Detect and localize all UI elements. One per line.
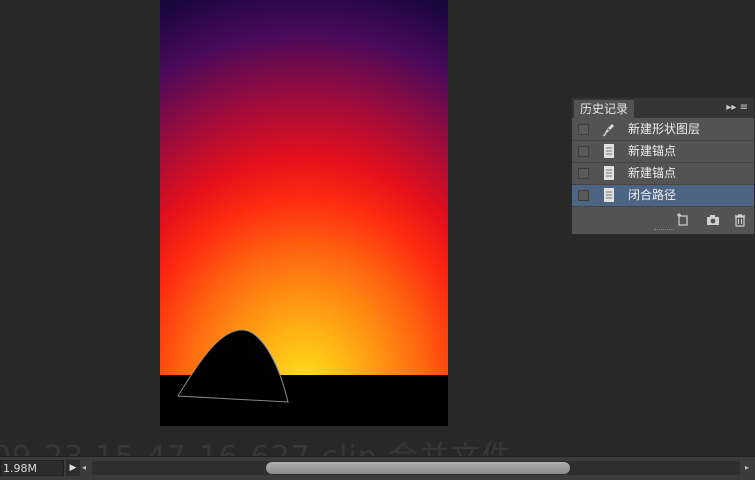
pen-tool-icon [602, 124, 614, 137]
new-document-from-state-icon[interactable] [676, 213, 690, 227]
history-item-label: 新建形状图层 [628, 122, 701, 136]
history-item[interactable]: 新建形状图层 [572, 119, 754, 141]
panel-footer [572, 208, 754, 234]
panel-menu-icon[interactable]: ▸▸ ≡ [726, 101, 748, 115]
document-canvas[interactable] [160, 0, 448, 426]
workspace: 09-23 15-47-16-627 clip 合并文件 历史记录 ▸▸ ≡ 新… [0, 0, 755, 456]
mountain-shape [177, 329, 289, 403]
status-bar: 1.98M ▶ ◂ ▸ [0, 456, 755, 480]
document-icon [604, 166, 614, 180]
scroll-right-arrow-icon[interactable]: ▸ [745, 461, 749, 475]
panel-header: 历史记录 ▸▸ ≡ [572, 98, 754, 118]
history-brush-source-checkbox[interactable] [578, 168, 589, 179]
history-item-selected[interactable]: 闭合路径 [572, 185, 754, 207]
panel-resize-grip[interactable] [654, 229, 674, 232]
history-item-label: 闭合路径 [628, 188, 677, 202]
horizontal-scrollbar[interactable] [92, 461, 740, 475]
history-item[interactable]: 新建锚点 [572, 141, 754, 163]
history-item-label: 新建锚点 [628, 166, 677, 180]
history-brush-source-checkbox[interactable] [578, 124, 589, 135]
history-item-label: 新建锚点 [628, 144, 677, 158]
watermark-text: 09-23 15-47-16-627 clip 合并文件 [0, 432, 512, 456]
camera-snapshot-icon[interactable] [706, 213, 720, 227]
scrollbar-thumb[interactable] [266, 462, 570, 474]
history-brush-source-checkbox[interactable] [578, 146, 589, 157]
tab-history[interactable]: 历史记录 [574, 100, 635, 118]
history-brush-source-checkbox[interactable] [578, 190, 589, 201]
history-item[interactable]: 新建锚点 [572, 163, 754, 185]
document-size: 1.98M [0, 460, 64, 476]
document-icon [604, 188, 614, 202]
document-icon [604, 144, 614, 158]
status-menu-arrow-icon[interactable]: ▶ [66, 460, 80, 476]
history-panel: 历史记录 ▸▸ ≡ 新建形状图层 新建锚点 新建锚点 闭合路径 [571, 97, 755, 235]
trash-icon[interactable] [733, 213, 747, 227]
scroll-left-arrow-icon[interactable]: ◂ [82, 461, 86, 475]
